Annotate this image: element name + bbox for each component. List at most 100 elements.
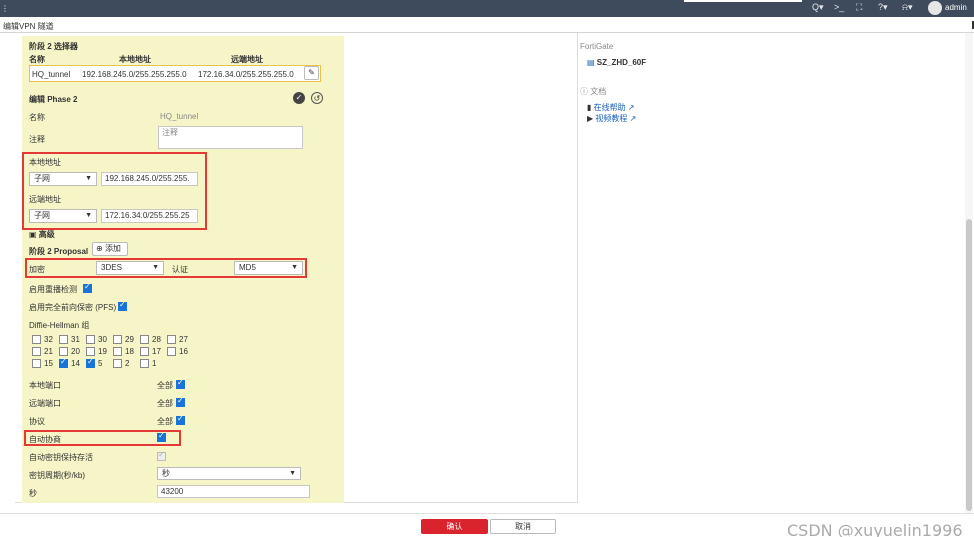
name-value: HQ_tunnel	[160, 112, 199, 121]
menu-edge-icon[interactable]: ⋮	[0, 0, 9, 17]
top-bar: ⋮ Q▾ >_ ⛶ ?▾ ⍾▾ admin	[0, 0, 974, 17]
seconds-input[interactable]: 43200	[157, 485, 310, 498]
device-icon: ▤	[587, 58, 597, 67]
dh-group-checkbox[interactable]	[86, 357, 95, 368]
name-label: 名称	[29, 113, 45, 122]
dh-group-checkbox[interactable]	[113, 335, 122, 344]
plus-circle-icon: ⊕	[96, 244, 105, 253]
remote-address-type-select[interactable]: 子网 ▼	[29, 209, 97, 223]
help-icon[interactable]: ?▾	[878, 0, 888, 17]
online-help-label: 在线帮助	[593, 103, 626, 112]
scrollbar-thumb[interactable]	[966, 219, 972, 511]
dh-group-checkbox[interactable]	[32, 347, 41, 356]
dh-group-label-value: 17	[152, 347, 161, 356]
bell-icon[interactable]: ⍾▾	[902, 0, 912, 17]
auth-select[interactable]: MD5 ▼	[234, 261, 303, 275]
dh-group-label-value: 21	[44, 347, 53, 356]
keepalive-checkbox[interactable]	[157, 450, 166, 461]
video-tutorial-link[interactable]: ▶ 视频教程 ↗	[587, 113, 636, 124]
dh-group-label-value: 1	[152, 359, 157, 368]
selector-heading: 阶段 2 选择器	[29, 42, 78, 51]
dh-group-label-value: 32	[44, 335, 53, 344]
advanced-label: 高级	[38, 230, 55, 239]
auth-value: MD5	[239, 263, 256, 272]
fullscreen-icon[interactable]: ⛶	[856, 0, 862, 17]
seconds-label: 秒	[29, 489, 37, 498]
video-tutorial-label: 视频教程	[595, 114, 628, 123]
comment-label: 注释	[29, 135, 45, 144]
dh-group-label-value: 14	[71, 359, 80, 368]
remote-address-type-value: 子网	[34, 211, 50, 220]
search-icon[interactable]: Q▾	[812, 0, 824, 17]
scrollbar[interactable]	[965, 33, 973, 513]
encryption-select[interactable]: 3DES ▼	[96, 261, 164, 275]
dh-group-checkbox[interactable]	[140, 347, 149, 356]
user-avatar-icon[interactable]	[928, 1, 942, 15]
confirm-check-icon[interactable]: ✓	[293, 92, 305, 104]
keylife-label: 密钥周期(秒/kb)	[29, 471, 85, 480]
dh-group-checkbox[interactable]	[59, 347, 68, 356]
dh-group-label-value: 27	[179, 335, 188, 344]
dh-group-label-value: 31	[71, 335, 80, 344]
dh-group-checkbox[interactable]	[167, 335, 176, 344]
auth-label: 认证	[172, 265, 188, 274]
dh-group-checkbox[interactable]	[59, 357, 68, 368]
dh-group-checkbox[interactable]	[86, 347, 95, 356]
local-port-label: 本地端口	[29, 381, 61, 390]
dh-group-label-value: 28	[152, 335, 161, 344]
dh-group-label-value: 18	[125, 347, 134, 356]
dh-group-checkbox[interactable]	[167, 347, 176, 356]
local-address-input[interactable]: 192.168.245.0/255.255.	[101, 172, 198, 186]
dh-group-checkbox[interactable]	[32, 335, 41, 344]
dh-group-checkbox[interactable]	[59, 335, 68, 344]
protocol-all-checkbox[interactable]	[176, 414, 185, 425]
dh-group-checkbox[interactable]	[140, 335, 149, 344]
ok-button[interactable]: 确认	[421, 519, 488, 534]
selector-row[interactable]: HQ_tunnel 192.168.245.0/255.255.255.0 17…	[29, 65, 321, 82]
local-port-all-checkbox[interactable]	[176, 378, 185, 389]
search-input[interactable]	[684, 0, 802, 2]
add-proposal-button[interactable]: ⊕ 添加	[92, 242, 128, 256]
docs-title: 文档	[590, 87, 607, 96]
autoneg-checkbox[interactable]	[157, 431, 166, 442]
keylife-unit-select[interactable]: 秒 ▼	[157, 467, 301, 480]
remote-port-all-label: 全部	[157, 399, 173, 408]
edit-pencil-icon[interactable]: ✎	[304, 66, 319, 80]
column-header-local: 本地地址	[119, 55, 151, 64]
comment-textarea[interactable]: 注释	[158, 126, 303, 149]
encryption-value: 3DES	[101, 263, 122, 272]
protocol-all-label: 全部	[157, 417, 173, 426]
dh-group-label-value: 29	[125, 335, 134, 344]
dh-group-checkbox[interactable]	[140, 359, 149, 368]
undo-icon[interactable]: ↺	[311, 92, 323, 104]
dh-group-label-value: 20	[71, 347, 80, 356]
collapse-icon: ▣	[29, 230, 39, 239]
question-circle-icon: ⓘ	[580, 87, 591, 96]
remote-address-input[interactable]: 172.16.34.0/255.255.25	[101, 209, 198, 223]
title-bar: 编辑VPN 隧道	[0, 17, 974, 33]
remote-port-all-checkbox[interactable]	[176, 396, 185, 407]
encryption-label: 加密	[29, 265, 45, 274]
dh-group-label-value: 2	[125, 359, 130, 368]
chevron-down-icon: ▼	[85, 175, 92, 182]
user-menu[interactable]: admin	[945, 0, 967, 15]
dh-group-checkbox[interactable]	[113, 359, 122, 368]
keepalive-label: 自动密钥保持存活	[29, 453, 93, 462]
selector-row-local: 192.168.245.0/255.255.255.0	[82, 70, 187, 79]
dh-group-checkbox[interactable]	[113, 347, 122, 356]
footer: 确认 取消 CSDN @xuyuelin1996	[0, 513, 974, 537]
online-help-link[interactable]: ▮ 在线帮助 ↗	[587, 102, 635, 113]
advanced-toggle[interactable]: ▣ 高级	[29, 229, 55, 240]
pfs-checkbox[interactable]	[118, 300, 127, 311]
dh-group-checkbox[interactable]	[86, 335, 95, 344]
local-address-type-select[interactable]: 子网 ▼	[29, 172, 97, 186]
replay-detection-checkbox[interactable]	[83, 282, 92, 293]
external-link-icon: ↗	[625, 103, 635, 112]
selector-row-name: HQ_tunnel	[32, 70, 71, 79]
cancel-button[interactable]: 取消	[490, 519, 556, 534]
device-link[interactable]: ▤ SZ_ZHD_60F	[587, 58, 646, 67]
dh-group-label-value: 5	[98, 359, 103, 368]
dh-group-checkbox[interactable]	[32, 359, 41, 368]
cli-icon[interactable]: >_	[834, 0, 844, 17]
remote-port-label: 远端端口	[29, 399, 61, 408]
